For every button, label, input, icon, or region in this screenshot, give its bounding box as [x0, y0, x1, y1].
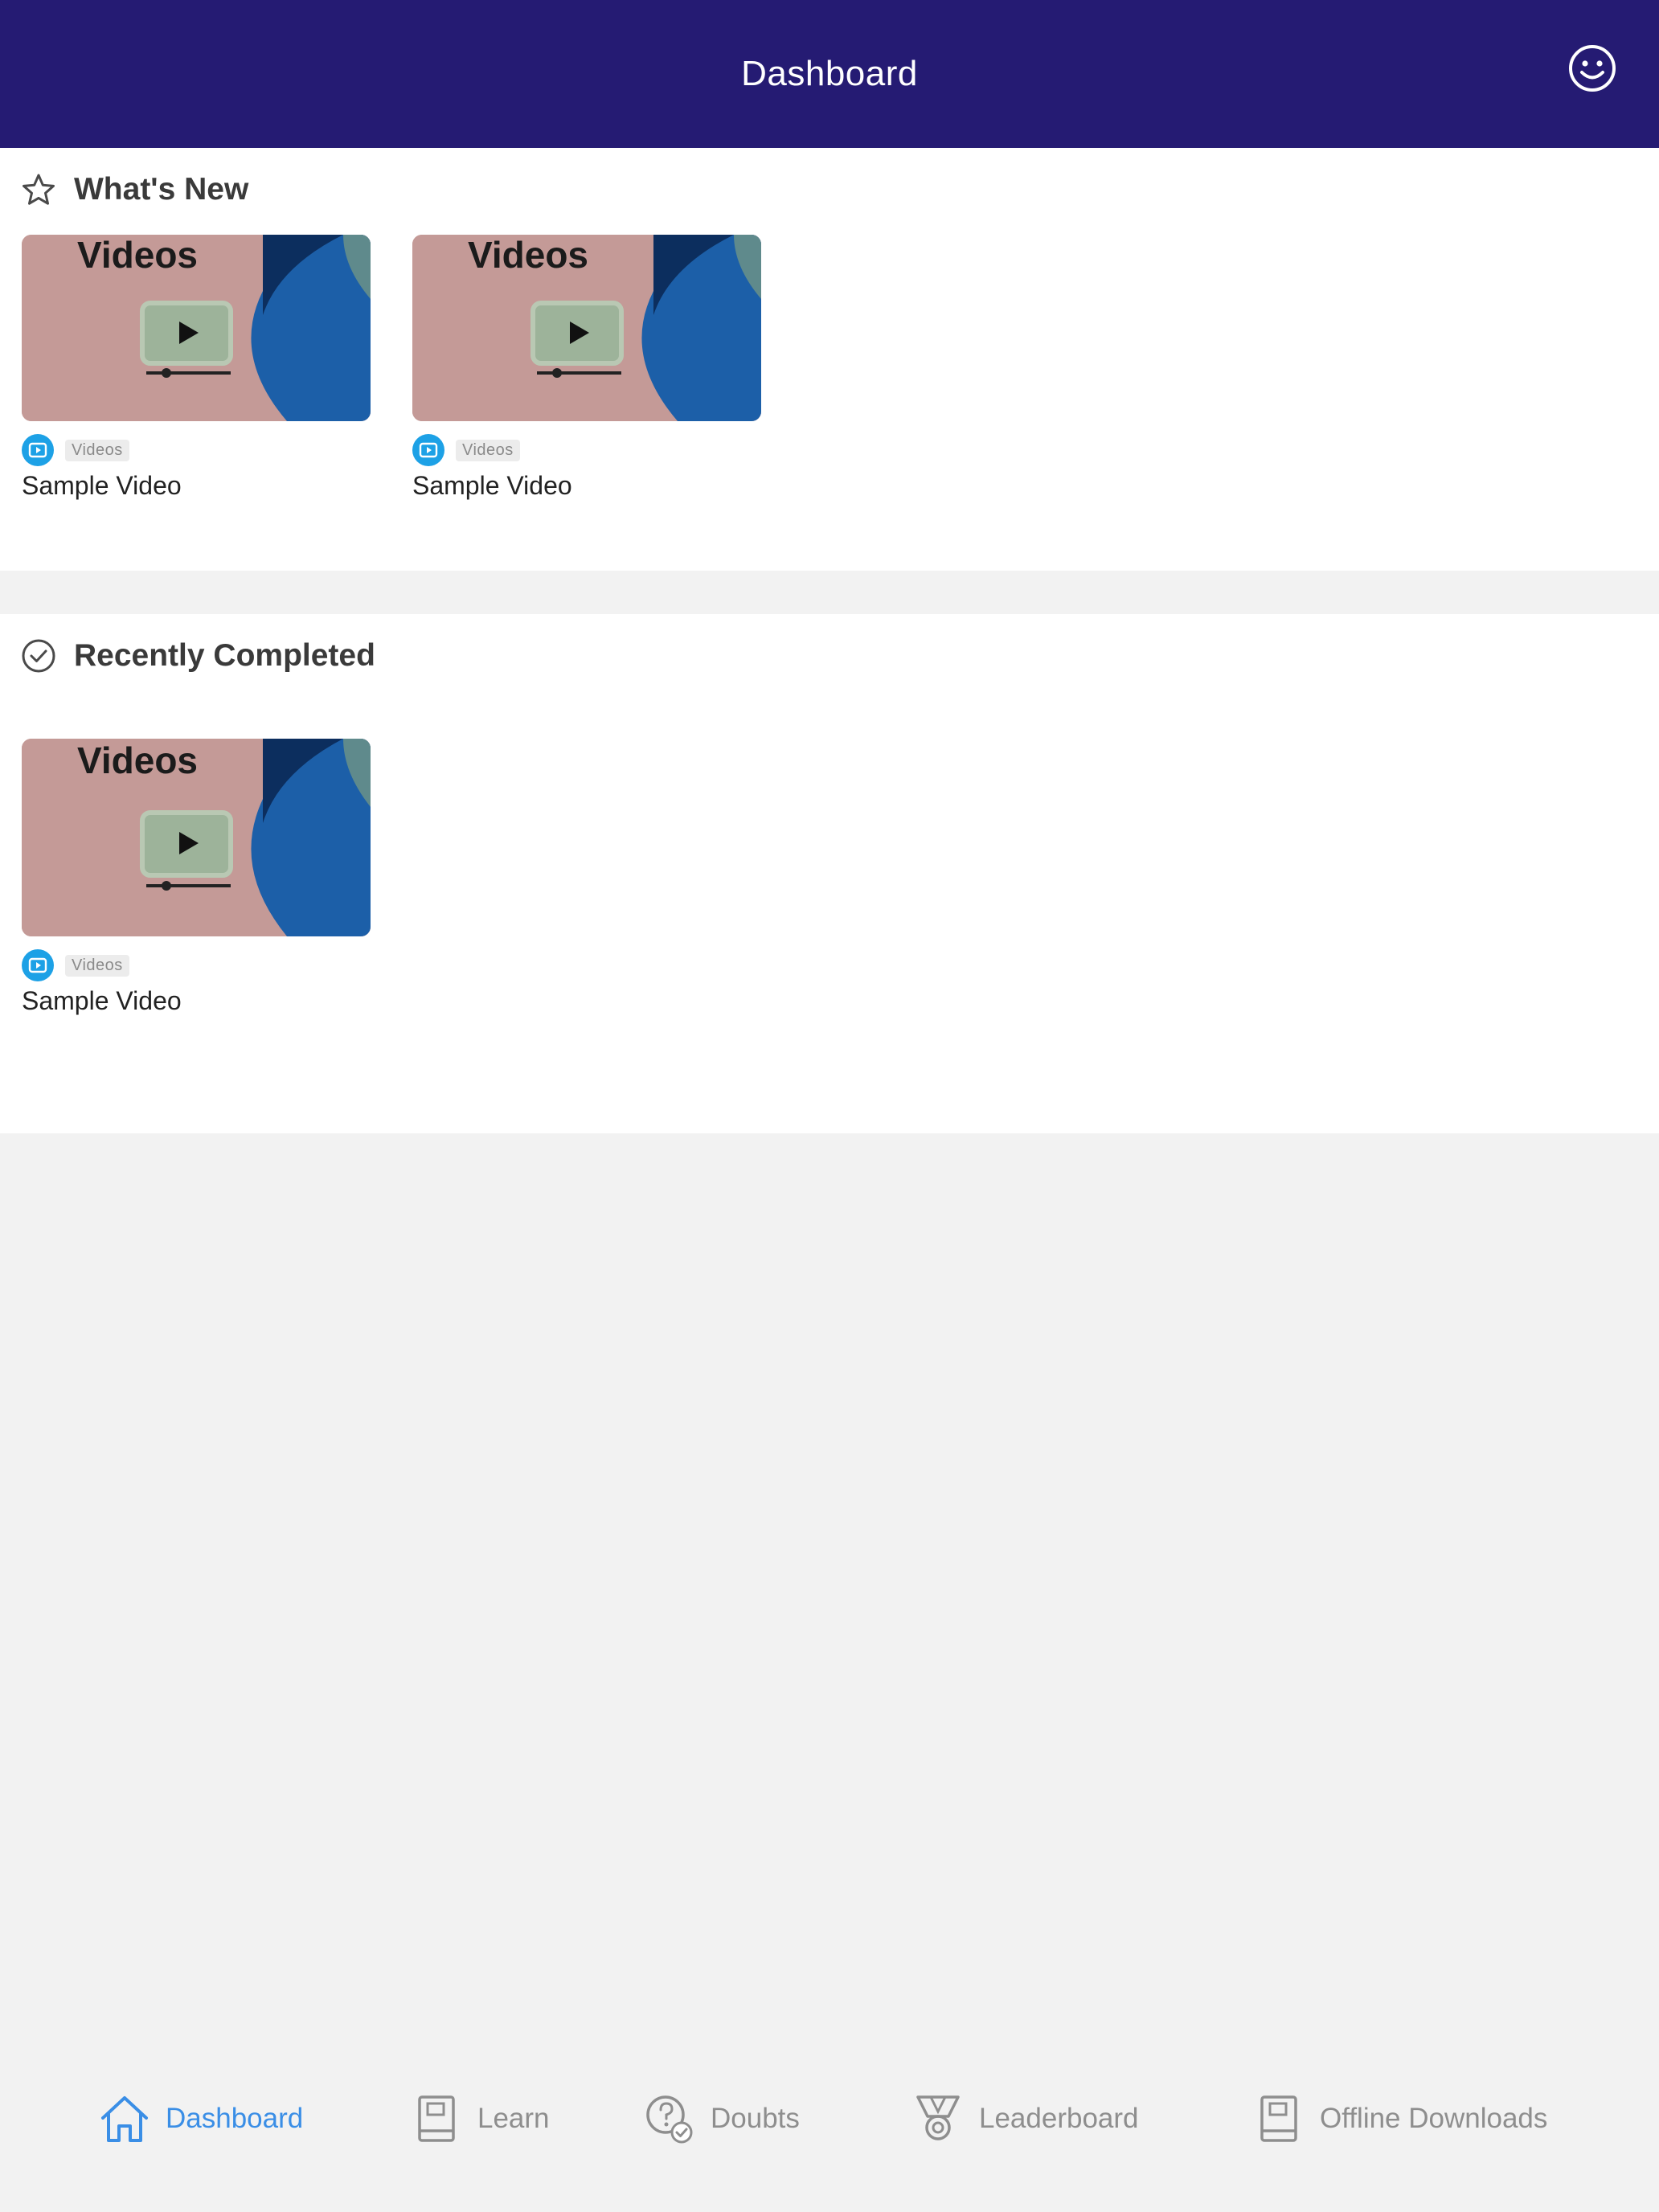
- whats-new-header: What's New: [21, 172, 248, 207]
- card-title: Sample Video: [412, 471, 572, 500]
- video-icon: [22, 434, 54, 466]
- video-thumbnail: Videos: [22, 739, 371, 936]
- recently-completed-header: Recently Completed: [21, 638, 375, 674]
- thumbnail-title: Videos: [468, 235, 588, 276]
- star-icon: [21, 172, 56, 207]
- thumbnail-title: Videos: [77, 739, 198, 781]
- content-type-badge: Videos: [456, 439, 520, 461]
- home-icon: [98, 2092, 151, 2145]
- tab-label: Doubts: [711, 2103, 800, 2134]
- video-thumbnail: Videos: [412, 235, 761, 421]
- tab-doubts[interactable]: Doubts: [643, 2090, 800, 2148]
- video-icon: [22, 949, 54, 981]
- whats-new-section: What's New Videos Videos Sample Video Vi…: [0, 148, 1659, 571]
- content-card[interactable]: Videos Videos Sample Video: [22, 739, 371, 1016]
- tab-offline-downloads[interactable]: Offline Downloads: [1252, 2090, 1547, 2148]
- top-app-bar: Dashboard: [0, 0, 1659, 148]
- content-type-badge: Videos: [65, 954, 129, 977]
- tab-label: Dashboard: [166, 2103, 304, 2134]
- tab-label: Offline Downloads: [1320, 2103, 1548, 2134]
- card-title: Sample Video: [22, 471, 182, 500]
- section-title: Recently Completed: [74, 638, 375, 673]
- content-type-badge: Videos: [65, 439, 129, 461]
- medal-icon: [911, 2092, 965, 2145]
- tab-label: Learn: [477, 2103, 550, 2134]
- content-card[interactable]: Videos Videos Sample Video: [22, 235, 371, 501]
- card-title: Sample Video: [22, 986, 182, 1015]
- content-card[interactable]: Videos Videos Sample Video: [412, 235, 761, 501]
- recently-completed-section: Recently Completed Videos Videos Sample …: [0, 614, 1659, 1133]
- video-icon: [412, 434, 444, 466]
- section-title: What's New: [74, 172, 249, 207]
- card-meta: Videos: [412, 434, 761, 466]
- thumbnail-title: Videos: [77, 235, 198, 276]
- question-check-icon: [643, 2092, 696, 2145]
- book-icon: [1252, 2092, 1305, 2145]
- book-icon: [410, 2092, 463, 2145]
- tab-dashboard[interactable]: Dashboard: [98, 2090, 303, 2148]
- app-root: Dashboard What's New Videos Videos Sampl…: [0, 0, 1659, 2212]
- check-circle-icon: [21, 638, 56, 674]
- card-meta: Videos: [22, 434, 371, 466]
- tab-leaderboard[interactable]: Leaderboard: [911, 2090, 1139, 2148]
- tab-label: Leaderboard: [979, 2103, 1139, 2134]
- tab-learn[interactable]: Learn: [410, 2090, 550, 2148]
- card-meta: Videos: [22, 949, 371, 981]
- video-thumbnail: Videos: [22, 235, 371, 421]
- page-title: Dashboard: [741, 54, 918, 93]
- smiley-face-icon[interactable]: [1567, 43, 1617, 93]
